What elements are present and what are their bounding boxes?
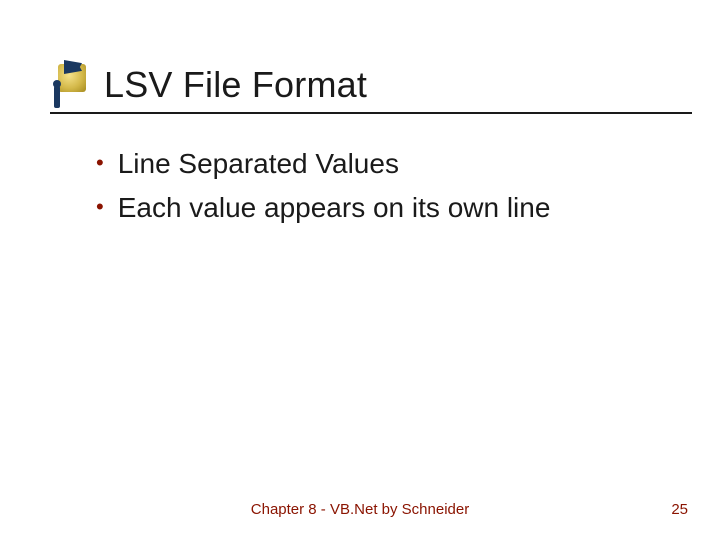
bullet-text: Each value appears on its own line — [118, 190, 551, 226]
slide-title: LSV File Format — [104, 64, 367, 106]
footer-chapter: Chapter 8 - VB.Net by Schneider — [0, 501, 720, 518]
page-number: 25 — [671, 501, 688, 518]
title-underline — [50, 112, 692, 114]
flag-figure-icon — [50, 60, 92, 110]
slide: LSV File Format • Line Separated Values … — [0, 0, 720, 540]
slide-header: LSV File Format — [50, 60, 680, 112]
slide-body: • Line Separated Values • Each value app… — [96, 146, 680, 226]
bullet-icon: • — [96, 190, 104, 224]
bullet-icon: • — [96, 146, 104, 180]
bullet-text: Line Separated Values — [118, 146, 399, 182]
bullet-item: • Line Separated Values — [96, 146, 680, 182]
bullet-item: • Each value appears on its own line — [96, 190, 680, 226]
